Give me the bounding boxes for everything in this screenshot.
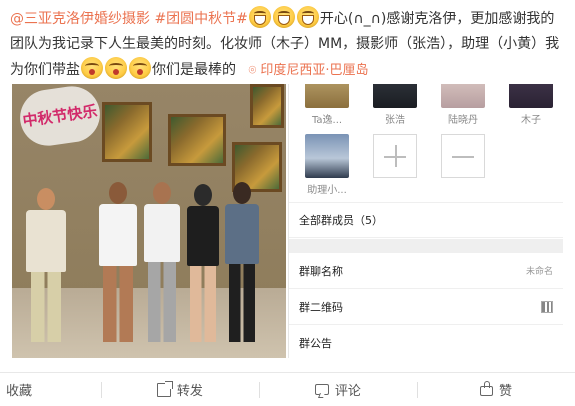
favorite-button[interactable]: 收藏 [0, 373, 101, 406]
remove-member-button[interactable] [441, 134, 485, 178]
all-members-label: 全部群成员（5） [299, 214, 383, 227]
photo-painting [168, 114, 226, 166]
location-link[interactable]: ⌾ 印度尼西亚·巴厘岛 [248, 63, 368, 78]
member-avatar[interactable]: 木子 [507, 84, 555, 126]
photo-painting [250, 84, 284, 128]
announcement-label: 群公告 [299, 337, 332, 350]
like-button[interactable]: 赞 [416, 373, 575, 406]
member-row-1: Ta逸... 张浩 陆晓丹 木子 [289, 84, 563, 126]
qr-code-label: 群二维码 [299, 300, 343, 314]
photo-person [184, 184, 222, 342]
group-chat-panel: Ta逸... 张浩 陆晓丹 木子 助理小... 全部群成员（5） 群聊名称 未命… [288, 84, 563, 358]
comment-icon [314, 384, 329, 395]
member-name: 助理小... [307, 185, 347, 196]
mention-link[interactable]: @三亚克洛伊婚纱摄影 [10, 11, 150, 27]
avatar [305, 84, 349, 108]
post-text: @三亚克洛伊婚纱摄影 #团圆中秋节# 开心(∩_∩)感谢克洛伊，更加感谢我的团队为… [10, 6, 566, 83]
photo-person [142, 182, 182, 342]
photo-person [24, 188, 68, 342]
group-name-value: 未命名 [525, 267, 553, 277]
faint-emoji-icon [129, 57, 151, 79]
all-members-row[interactable]: 全部群成员（5） [289, 202, 563, 238]
member-name: 陆晓丹 [448, 115, 478, 126]
announcement-row[interactable]: 群公告 [289, 325, 563, 358]
location-pin-icon: ⌾ [248, 63, 257, 78]
group-name-label: 群聊名称 [299, 264, 343, 278]
member-row-2: 助理小... [289, 134, 563, 198]
share-icon [156, 380, 173, 397]
group-name-row[interactable]: 群聊名称 未命名 [289, 253, 563, 289]
grin-emoji-icon [272, 6, 295, 28]
member-name: Ta逸... [311, 115, 343, 126]
grin-emoji-icon [248, 6, 271, 28]
faint-emoji-icon [81, 57, 103, 79]
add-member-button[interactable] [373, 134, 417, 178]
avatar [305, 134, 349, 178]
comment-button[interactable]: 评论 [258, 373, 417, 406]
post-photo[interactable]: 中秋节快乐 [12, 84, 286, 358]
member-name: 木子 [521, 115, 541, 126]
qr-code-icon [541, 300, 553, 313]
member-avatar[interactable]: Ta逸... [303, 84, 351, 126]
photo-person [222, 182, 262, 342]
like-label: 赞 [498, 384, 512, 399]
member-avatar[interactable]: 陆晓丹 [439, 84, 487, 126]
action-bar: 收藏 转发 评论 赞 [0, 372, 575, 406]
avatar [373, 84, 417, 108]
photo-painting [102, 102, 152, 162]
avatar [441, 84, 485, 108]
post-body-text-end: 你们是最棒的 [152, 62, 236, 78]
repost-button[interactable]: 转发 [100, 373, 259, 406]
panel-divider [289, 239, 563, 253]
member-avatar[interactable]: 张浩 [371, 84, 419, 126]
faint-emoji-icon [105, 57, 127, 79]
grin-emoji-icon [296, 6, 319, 28]
member-name: 张浩 [385, 115, 405, 126]
avatar [509, 84, 553, 108]
thumbs-up-icon [479, 381, 493, 396]
repost-label: 转发 [176, 384, 203, 399]
favorite-label: 收藏 [6, 384, 33, 399]
comment-label: 评论 [334, 384, 361, 399]
qr-code-row[interactable]: 群二维码 [289, 289, 563, 325]
location-label: 印度尼西亚·巴厘岛 [260, 63, 369, 78]
member-avatar[interactable]: 助理小... [303, 134, 351, 196]
photo-person [96, 182, 140, 342]
topic-link[interactable]: #团圆中秋节# [154, 11, 247, 27]
